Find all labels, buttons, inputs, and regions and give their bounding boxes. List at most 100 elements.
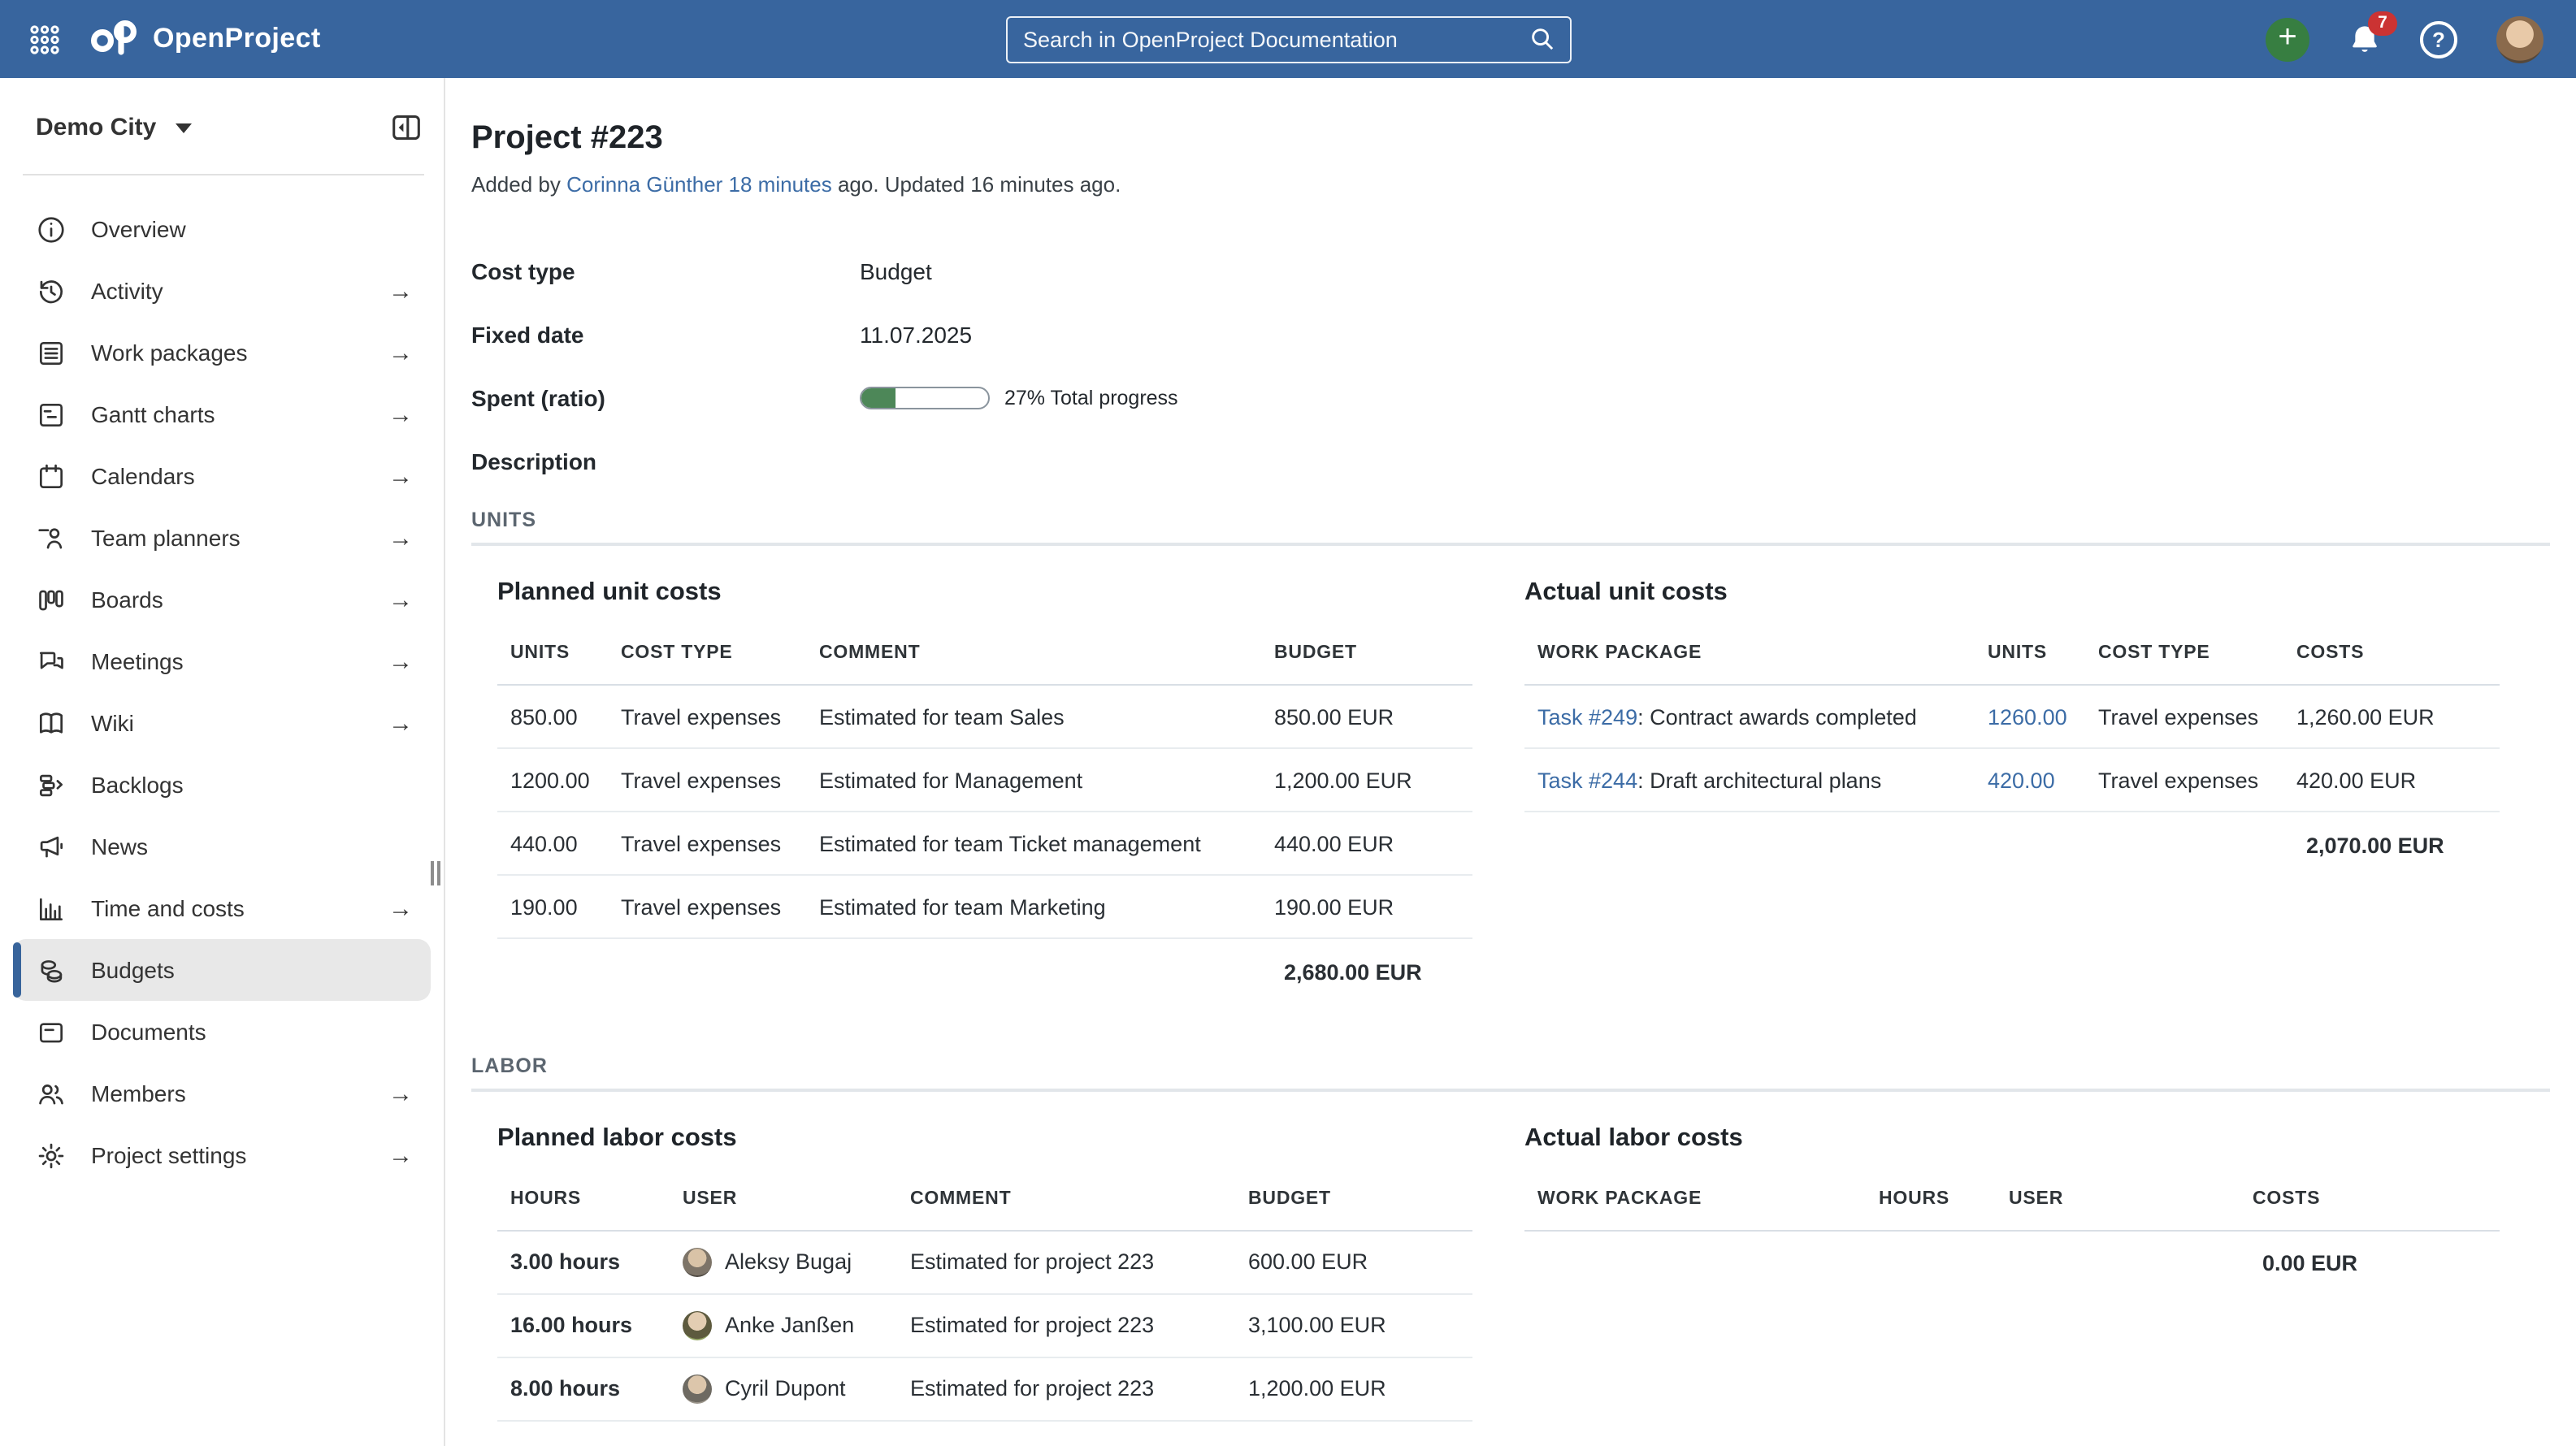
calendar-icon	[36, 461, 67, 491]
progress-bar	[860, 386, 990, 409]
author-link[interactable]: Corinna Günther 18 minutes	[566, 172, 832, 197]
arrow-right-icon[interactable]: →	[388, 339, 413, 366]
help-button[interactable]: ?	[2420, 20, 2457, 58]
cell-cost-type: Travel expenses	[2085, 685, 2283, 748]
arrow-right-icon[interactable]: →	[388, 1141, 413, 1169]
cell-comment: Estimated for Management	[806, 748, 1261, 812]
planned-unit-costs-table: UNITS COST TYPE COMMENT BUDGET 850.00 Tr…	[497, 629, 1472, 1005]
sidebar-menu: Overview Activity → Work packages →	[0, 175, 444, 1186]
col-header-budget: BUDGET	[1235, 1174, 1472, 1230]
cell-units: 420.00	[1975, 748, 2085, 812]
sidebar-item-work-packages[interactable]: Work packages →	[13, 322, 431, 383]
documentation-search[interactable]	[1005, 15, 1571, 63]
work-package-subject: : Draft architectural plans	[1637, 768, 1881, 792]
arrow-right-icon[interactable]: →	[388, 277, 413, 305]
cell-cost-type: Travel expenses	[608, 875, 806, 938]
sidebar-item-members[interactable]: Members →	[13, 1063, 431, 1124]
sidebar-item-documents[interactable]: Documents	[13, 1001, 431, 1063]
sidebar-item-project-settings[interactable]: Project settings →	[13, 1124, 431, 1186]
sidebar-item-time-and-costs[interactable]: Time and costs →	[13, 877, 431, 939]
chevron-down-icon[interactable]	[176, 123, 192, 132]
units-link[interactable]: 420.00	[1988, 768, 2055, 792]
sidebar-item-news[interactable]: News	[13, 816, 431, 877]
arrow-right-icon[interactable]: →	[388, 462, 413, 490]
planned-unit-costs-total: 2,680.00 EUR	[1261, 938, 1472, 1005]
labor-section-label: LABOR	[471, 1054, 2550, 1076]
cell-user: Anke Janßen	[670, 1293, 897, 1357]
sidebar-item-team-planners[interactable]: Team planners →	[13, 507, 431, 569]
backlogs-icon	[36, 769, 67, 800]
sidebar-item-budgets[interactable]: Budgets	[13, 939, 431, 1001]
actual-labor-costs-total: 0.00 EUR	[2240, 1230, 2500, 1297]
gantt-icon	[36, 399, 67, 430]
app-window: OpenProject + 7 ?	[0, 0, 2576, 1446]
sidebar-item-calendars[interactable]: Calendars →	[13, 445, 431, 507]
logo-text: OpenProject	[153, 23, 321, 55]
actual-labor-costs-block: Actual labor costs WORK PACKAGE HOURS US…	[1524, 1123, 2500, 1421]
cell-budget: 190.00 EUR	[1261, 875, 1472, 938]
work-packages-icon	[36, 337, 67, 368]
cost-type-label: Cost type	[471, 258, 860, 284]
arrow-right-icon[interactable]: →	[388, 400, 413, 428]
arrow-right-icon[interactable]: →	[388, 709, 413, 737]
arrow-right-icon[interactable]: →	[388, 647, 413, 675]
cell-cost-type: Travel expenses	[608, 748, 806, 812]
top-header-bar: OpenProject + 7 ?	[0, 0, 2576, 78]
description-label: Description	[471, 448, 860, 474]
wiki-book-icon	[36, 708, 67, 738]
meta-suffix: ago. Updated 16 minutes ago.	[832, 172, 1121, 197]
bar-chart-icon	[36, 893, 67, 924]
notifications-button[interactable]: 7	[2348, 22, 2381, 56]
sidebar-item-backlogs[interactable]: Backlogs	[13, 754, 431, 816]
work-package-link[interactable]: Task #249	[1537, 704, 1637, 729]
fixed-date-value: 11.07.2025	[860, 321, 972, 347]
project-sidebar: Demo City Overview	[0, 78, 445, 1446]
search-input[interactable]	[1007, 17, 1529, 61]
units-section-divider	[471, 543, 2550, 546]
budget-detail-page: Project #223 Added by Corinna Günther 18…	[445, 78, 2576, 1446]
sidebar-item-boards[interactable]: Boards →	[13, 569, 431, 630]
openproject-logo[interactable]: OpenProject	[88, 14, 321, 64]
cell-work-package: Task #244: Draft architectural plans	[1524, 748, 1975, 812]
actual-labor-costs-table: WORK PACKAGE HOURS USER COSTS 0.00 EUR	[1524, 1174, 2500, 1297]
arrow-right-icon[interactable]: →	[388, 586, 413, 613]
cell-user: Cyril Dupont	[670, 1357, 897, 1420]
collapse-sidebar-icon[interactable]	[392, 114, 421, 141]
work-package-link[interactable]: Task #244	[1537, 768, 1637, 792]
cell-budget: 600.00 EUR	[1235, 1230, 1472, 1293]
cell-hours: 3.00 hours	[497, 1230, 670, 1293]
arrow-right-icon[interactable]: →	[388, 1080, 413, 1107]
sidebar-item-meetings[interactable]: Meetings →	[13, 630, 431, 692]
sidebar-item-gantt-charts[interactable]: Gantt charts →	[13, 383, 431, 445]
cell-units: 1200.00	[497, 748, 608, 812]
cell-budget: 440.00 EUR	[1261, 812, 1472, 875]
actual-unit-costs-total: 2,070.00 EUR	[2283, 812, 2500, 878]
project-selector[interactable]: Demo City	[36, 114, 156, 141]
user-name: Aleksy Bugaj	[725, 1249, 852, 1274]
search-icon[interactable]	[1529, 26, 1555, 52]
user-avatar[interactable]	[2496, 15, 2543, 63]
col-header-comment: COMMENT	[897, 1174, 1235, 1230]
sidebar-resize-handle[interactable]	[431, 861, 440, 885]
megaphone-icon	[36, 831, 67, 862]
cell-budget: 1,200.00 EUR	[1235, 1357, 1472, 1420]
global-add-button[interactable]: +	[2266, 17, 2309, 61]
cell-comment: Estimated for team Sales	[806, 685, 1261, 748]
notification-count-badge: 7	[2368, 11, 2397, 35]
sidebar-item-wiki[interactable]: Wiki →	[13, 692, 431, 754]
team-planner-icon	[36, 522, 67, 553]
cell-units: 440.00	[497, 812, 608, 875]
actual-unit-costs-table: WORK PACKAGE UNITS COST TYPE COSTS Task …	[1524, 629, 2500, 878]
budget-attributes: Cost type Budget Fixed date 11.07.2025 S…	[471, 239, 2550, 492]
user-avatar	[683, 1247, 712, 1276]
arrow-right-icon[interactable]: →	[388, 524, 413, 552]
actual-labor-costs-title: Actual labor costs	[1524, 1123, 2500, 1153]
apps-grid-icon[interactable]	[23, 18, 65, 60]
progress-fill	[861, 387, 896, 407]
sidebar-item-overview[interactable]: Overview	[13, 198, 431, 260]
sidebar-item-activity[interactable]: Activity →	[13, 260, 431, 322]
arrow-right-icon[interactable]: →	[388, 894, 413, 922]
units-link[interactable]: 1260.00	[1988, 704, 2067, 729]
actual-unit-costs-block: Actual unit costs WORK PACKAGE UNITS COS…	[1524, 578, 2500, 1005]
cell-cost-type: Travel expenses	[608, 685, 806, 748]
